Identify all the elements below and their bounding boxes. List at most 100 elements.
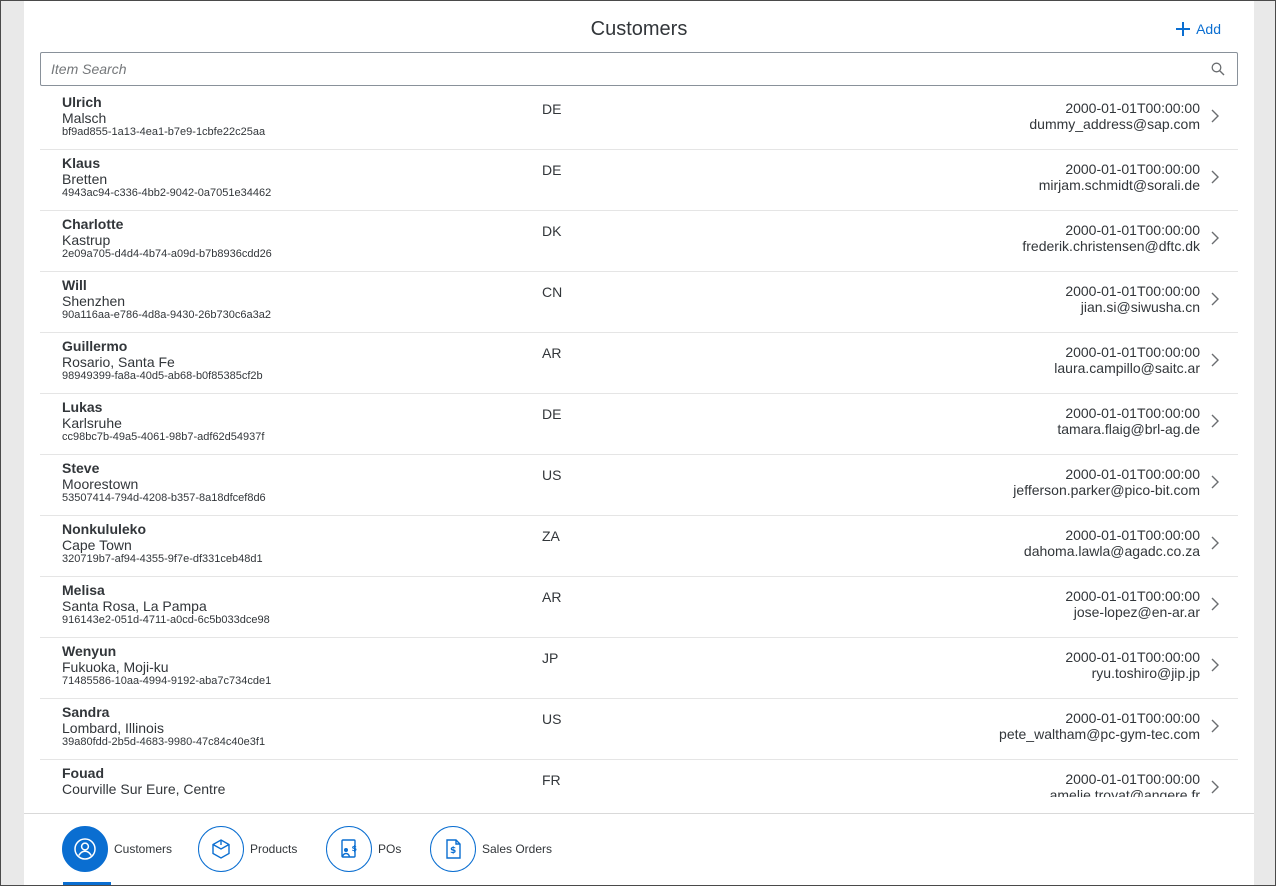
customer-city: Fukuoka, Moji-ku <box>62 659 169 675</box>
customer-country: US <box>542 711 562 727</box>
customer-city: Moorestown <box>62 476 139 492</box>
search-icon[interactable] <box>1211 62 1225 76</box>
customer-name: Will <box>62 277 87 293</box>
customer-email: dahoma.lawla@agadc.co.za <box>1023 543 1200 559</box>
customer-email: jose-lopez@en-ar.ar <box>1073 604 1200 620</box>
customer-country: AR <box>542 589 562 605</box>
customer-name: Klaus <box>62 155 101 171</box>
customer-city: Cape Town <box>62 537 132 553</box>
customer-date: 2000-01-01T00:00:00 <box>1065 100 1200 116</box>
customer-row[interactable]: Steve Moorestown 53507414-794d-4208-b357-8… <box>40 455 1238 516</box>
customer-row[interactable]: FouadCourville Sur Eure, Centre9a626186-… <box>40 760 1238 797</box>
customer-email: jefferson.parker@pico-bit.com <box>1013 482 1200 498</box>
customer-date: 2000-01-01T00:00:00 <box>1065 527 1200 543</box>
chevron-right-icon <box>1211 231 1219 245</box>
customer-city: Shenzhen <box>62 293 126 309</box>
customer-country: US <box>542 467 562 483</box>
customer-email: ryu.toshiro@jip.jp <box>1091 665 1200 681</box>
customer-date: 2000-01-01T00:00:00 <box>1065 283 1200 299</box>
customer-row[interactable]: Guillermo Rosario, Santa Fe 98949399-fa8a-… <box>40 333 1238 394</box>
chevron-right-icon <box>1211 109 1219 123</box>
svg-text:$: $ <box>450 846 456 856</box>
customer-row[interactable]: Klaus Bretten 4943ac94-c336-4bb2-9042-0a70… <box>40 150 1238 211</box>
customer-country: AR <box>542 345 562 361</box>
customer-email: laura.campillo@saitc.ar <box>1054 360 1200 376</box>
chevron-right-icon <box>1211 353 1219 367</box>
customer-id: 71485586-10aa-4994-9192-aba7c734cde1 <box>62 675 272 687</box>
tab-sales-orders-label: Sales Orders <box>482 842 553 856</box>
customer-row[interactable]: Lukas Karlsruhe cc98bc7b-49a5-4061-98b7-ad… <box>40 394 1238 455</box>
customer-date: 2000-01-01T00:00:00 <box>1065 588 1200 604</box>
purchase-order-icon: $ <box>341 839 358 858</box>
customer-name: Sandra <box>62 704 110 720</box>
tab-products-label: Products <box>250 842 298 856</box>
chevron-right-icon <box>1211 170 1219 184</box>
customer-city: Malsch <box>62 110 107 126</box>
tab-sales-orders[interactable]: $ Sales Orders <box>430 826 552 872</box>
customer-city: Santa Rosa, La Pampa <box>62 598 207 614</box>
svg-text:$: $ <box>352 844 358 853</box>
customer-email: dummy_address@sap.com <box>1029 116 1200 132</box>
customer-city: Rosario, Santa Fe <box>62 354 175 370</box>
customer-row[interactable]: Wenyun Fukuoka, Moji-ku 71485586-10aa-4994… <box>40 638 1238 699</box>
customer-country: JP <box>542 650 559 666</box>
customer-email: amelie.troyat@angere.fr <box>1049 787 1200 797</box>
customer-date: 2000-01-01T00:00:00 <box>1065 161 1200 177</box>
customer-name: Melisa <box>62 582 105 598</box>
search-input[interactable] <box>41 53 1191 85</box>
tab-sales-orders-circle: $ <box>430 826 476 872</box>
bottom-tab-bar: Customers Products $ POs $ Sales Orders <box>24 813 1254 885</box>
tab-products-circle <box>198 826 244 872</box>
customer-country: CN <box>542 284 563 300</box>
tab-customers[interactable]: Customers <box>62 826 172 872</box>
customer-country: DK <box>542 223 562 239</box>
customer-name: Wenyun <box>62 643 117 659</box>
chevron-right-icon <box>1211 475 1219 489</box>
customer-country: DE <box>542 406 562 422</box>
chevron-right-icon <box>1211 658 1219 672</box>
tab-pos-label: POs <box>378 842 402 856</box>
search-field[interactable] <box>40 52 1238 86</box>
customer-name: Ulrich <box>62 94 102 110</box>
customer-email: pete_waltham@pc-gym-tec.com <box>999 726 1200 742</box>
customer-row[interactable]: Will Shenzhen 90a116aa-e786-4d8a-9430-26b7… <box>40 272 1238 333</box>
customer-id: bf9ad855-1a13-4ea1-b7e9-1cbfe22c25aa <box>62 126 266 138</box>
app-page: Customers Add UlrichMalschbf9ad855-1a13-… <box>24 1 1254 885</box>
customer-city: Courville Sur Eure, Centre <box>62 781 226 797</box>
customer-list: Ulrich Malsch bf9ad855-1a13-4ea1-b7e9-1cbf… <box>40 89 1238 797</box>
customer-row[interactable]: Nonkululeko Cape Town 320719b7-af94-4355-9… <box>40 516 1238 577</box>
window-frame: Customers Add UlrichMalschbf9ad855-1a13-… <box>0 0 1276 886</box>
customer-row[interactable]: Ulrich Malsch bf9ad855-1a13-4ea1-b7e9-1cbf… <box>40 89 1238 150</box>
tab-pos[interactable]: $ POs <box>326 826 401 872</box>
chevron-right-icon <box>1211 292 1219 306</box>
customer-date: 2000-01-01T00:00:00 <box>1065 222 1200 238</box>
customer-row[interactable]: Sandra Lombard, Illinois 39a80fdd-2b5d-468… <box>40 699 1238 760</box>
customer-date: 2000-01-01T00:00:00 <box>1065 466 1200 482</box>
customer-country: DE <box>542 162 562 178</box>
page-header: Customers Add <box>24 1 1254 53</box>
add-button[interactable]: Add <box>1175 21 1221 37</box>
customer-country: DE <box>542 101 562 117</box>
chevron-right-icon <box>1211 719 1219 733</box>
customer-row[interactable]: Melisa Santa Rosa, La Pampa 916143e2-051d-… <box>40 577 1238 638</box>
tab-customers-label: Customers <box>114 842 173 856</box>
customer-email: tamara.flaig@brl-ag.de <box>1057 421 1200 437</box>
customer-email: jian.si@siwusha.cn <box>1080 299 1200 315</box>
customer-email: mirjam.schmidt@sorali.de <box>1038 177 1200 193</box>
customer-email: frederik.christensen@dftc.dk <box>1022 238 1200 254</box>
customer-name: Nonkululeko <box>62 521 147 537</box>
chevron-right-icon <box>1211 536 1219 550</box>
customer-name: Lukas <box>62 399 103 415</box>
active-tab-indicator <box>63 882 111 885</box>
customer-id: 98949399-fa8a-40d5-ab68-b0f85385cf2b <box>62 370 263 382</box>
customer-date: 2000-01-01T00:00:00 <box>1065 710 1200 726</box>
customer-date: 2000-01-01T00:00:00 <box>1065 771 1200 787</box>
tab-products[interactable]: Products <box>198 826 297 872</box>
customer-row[interactable]: Charlotte Kastrup 2e09a705-d4d4-4b74-a09d-… <box>40 211 1238 272</box>
customer-country: ZA <box>542 528 560 544</box>
tab-pos-circle: $ <box>326 826 372 872</box>
customer-id: 90a116aa-e786-4d8a-9430-26b730c6a3a2 <box>62 309 271 321</box>
chevron-right-icon <box>1211 414 1219 428</box>
customer-id: 320719b7-af94-4355-9f7e-df331ceb48d1 <box>62 553 263 565</box>
customer-name: Charlotte <box>62 216 124 232</box>
